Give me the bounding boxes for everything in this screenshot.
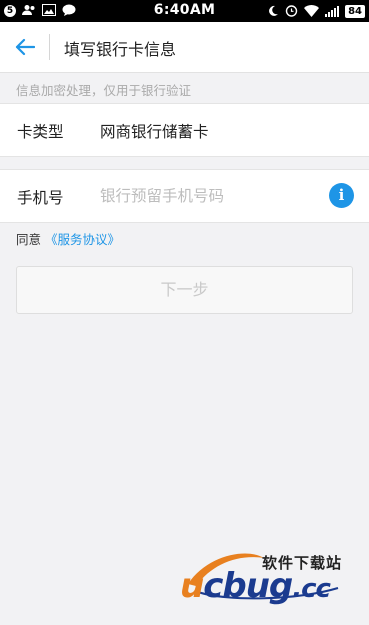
phone-label: 手机号: [17, 189, 64, 207]
encryption-hint: 信息加密处理，仅用于银行验证: [16, 83, 192, 98]
wifi-icon: [304, 2, 320, 21]
arrow-left-icon: [15, 38, 35, 56]
agreement-text: 同意 《服务协议》: [16, 229, 120, 248]
next-step-button[interactable]: 下一步: [16, 266, 353, 314]
status-bar: 5 6:40AM 84: [0, 0, 369, 22]
battery-level: 84: [345, 4, 365, 18]
page-title: 填写银行卡信息: [64, 40, 177, 59]
header-divider: [49, 34, 50, 60]
site-watermark: 软件下载站 ucbug.cc: [168, 546, 368, 606]
alarm-icon: [285, 2, 298, 21]
back-button[interactable]: [10, 34, 40, 60]
card-type-row: 卡类型 网商银行储蓄卡: [0, 103, 369, 157]
phone-row: 手机号: [0, 169, 369, 223]
agreement-prefix: 同意: [16, 232, 42, 247]
card-type-value: 网商银行储蓄卡: [100, 123, 209, 141]
card-type-label: 卡类型: [17, 123, 64, 141]
watermark-logo: ucbug.cc: [180, 566, 331, 606]
signal-icon: [325, 5, 340, 17]
phone-number-input[interactable]: [94, 180, 331, 212]
status-right-icons: 84: [267, 2, 365, 20]
do-not-disturb-moon-icon: [267, 2, 279, 21]
app-header: 填写银行卡信息: [0, 22, 369, 73]
service-agreement-link[interactable]: 《服务协议》: [45, 232, 120, 247]
info-icon[interactable]: i: [329, 183, 354, 208]
